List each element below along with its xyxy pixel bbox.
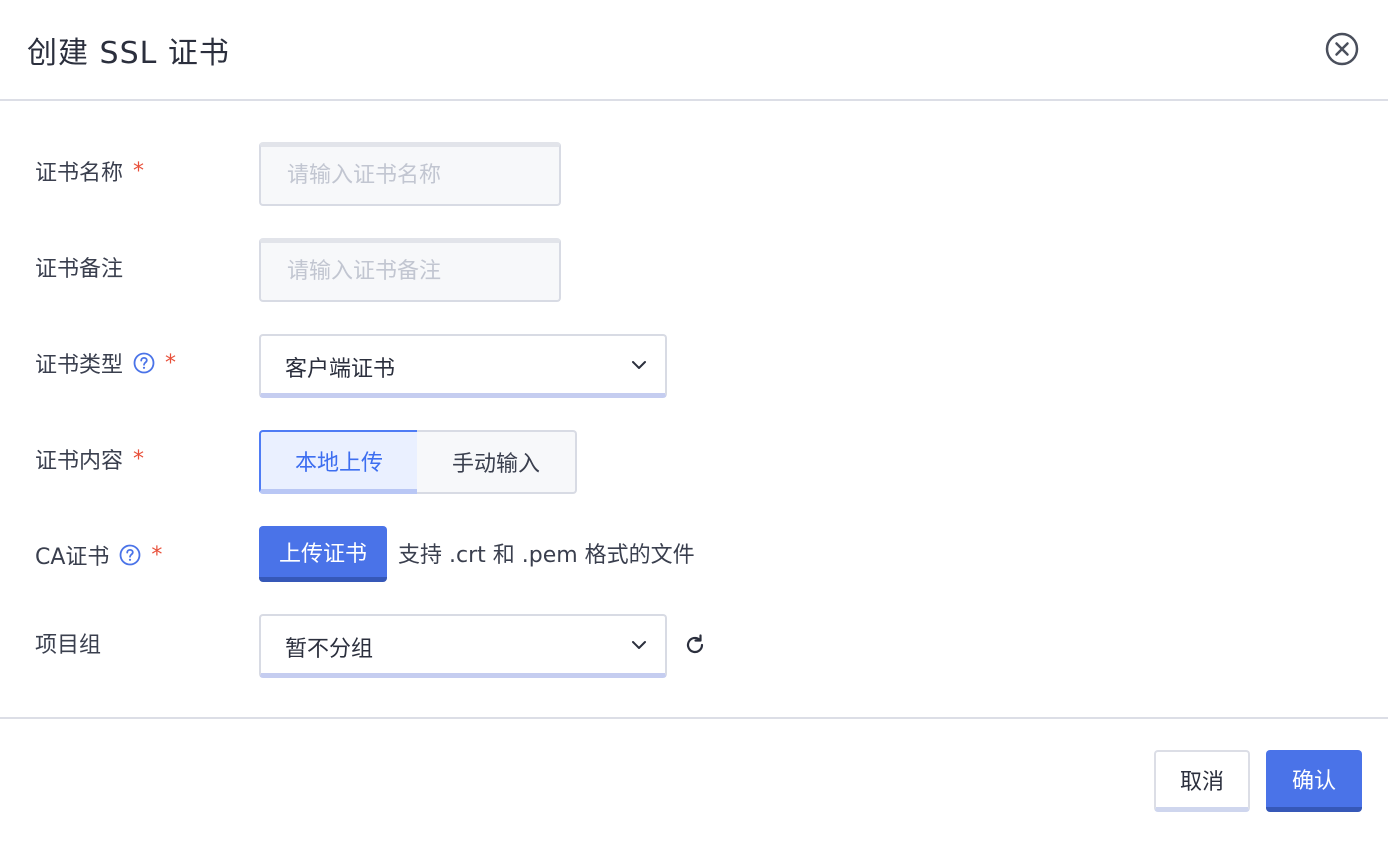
upload-cert-button[interactable]: 上传证书 — [259, 526, 387, 582]
cert-remark-label-text: 证书备注 — [35, 257, 124, 282]
cancel-button[interactable]: 取消 — [1154, 750, 1250, 812]
project-group-select[interactable]: 暂不分组 — [259, 614, 667, 678]
question-circle-icon[interactable] — [133, 352, 155, 374]
cert-name-input[interactable] — [259, 142, 561, 206]
chevron-down-icon — [632, 641, 646, 649]
project-group-label: 项目组 — [35, 627, 101, 659]
question-circle-icon[interactable] — [119, 544, 141, 566]
tab-local-upload[interactable]: 本地上传 — [259, 430, 419, 494]
cert-name-label-text: 证书名称 — [35, 161, 124, 186]
refresh-icon[interactable] — [683, 633, 707, 657]
dialog-header: 创建 SSL 证书 — [0, 0, 1388, 101]
cert-type-label-text: 证书类型 — [35, 353, 124, 378]
cert-type-select[interactable]: 客户端证书 — [259, 334, 667, 398]
ca-cert-label: CA证书 * — [35, 539, 162, 571]
cert-content-label-text: 证书内容 — [35, 449, 124, 474]
required-asterisk: * — [151, 542, 163, 568]
cert-type-value: 客户端证书 — [285, 357, 396, 382]
required-asterisk: * — [133, 446, 145, 472]
confirm-button[interactable]: 确认 — [1266, 750, 1362, 812]
close-icon[interactable] — [1324, 31, 1360, 67]
required-asterisk: * — [133, 158, 145, 184]
footer-divider — [0, 717, 1388, 719]
cert-name-label: 证书名称 * — [35, 155, 144, 187]
project-group-value: 暂不分组 — [285, 637, 374, 662]
cert-remark-input[interactable] — [259, 238, 561, 302]
cert-type-label: 证书类型 * — [35, 347, 176, 379]
dialog-title: 创建 SSL 证书 — [27, 36, 230, 71]
required-asterisk: * — [165, 350, 177, 376]
tab-manual-input[interactable]: 手动输入 — [417, 430, 577, 494]
cert-remark-label: 证书备注 — [35, 251, 123, 283]
chevron-down-icon — [632, 361, 646, 369]
cert-content-label: 证书内容 * — [35, 443, 144, 475]
upload-hint: 支持 .crt 和 .pem 格式的文件 — [398, 543, 695, 568]
ca-cert-label-text: CA证书 — [35, 545, 110, 570]
project-group-label-text: 项目组 — [35, 633, 102, 658]
